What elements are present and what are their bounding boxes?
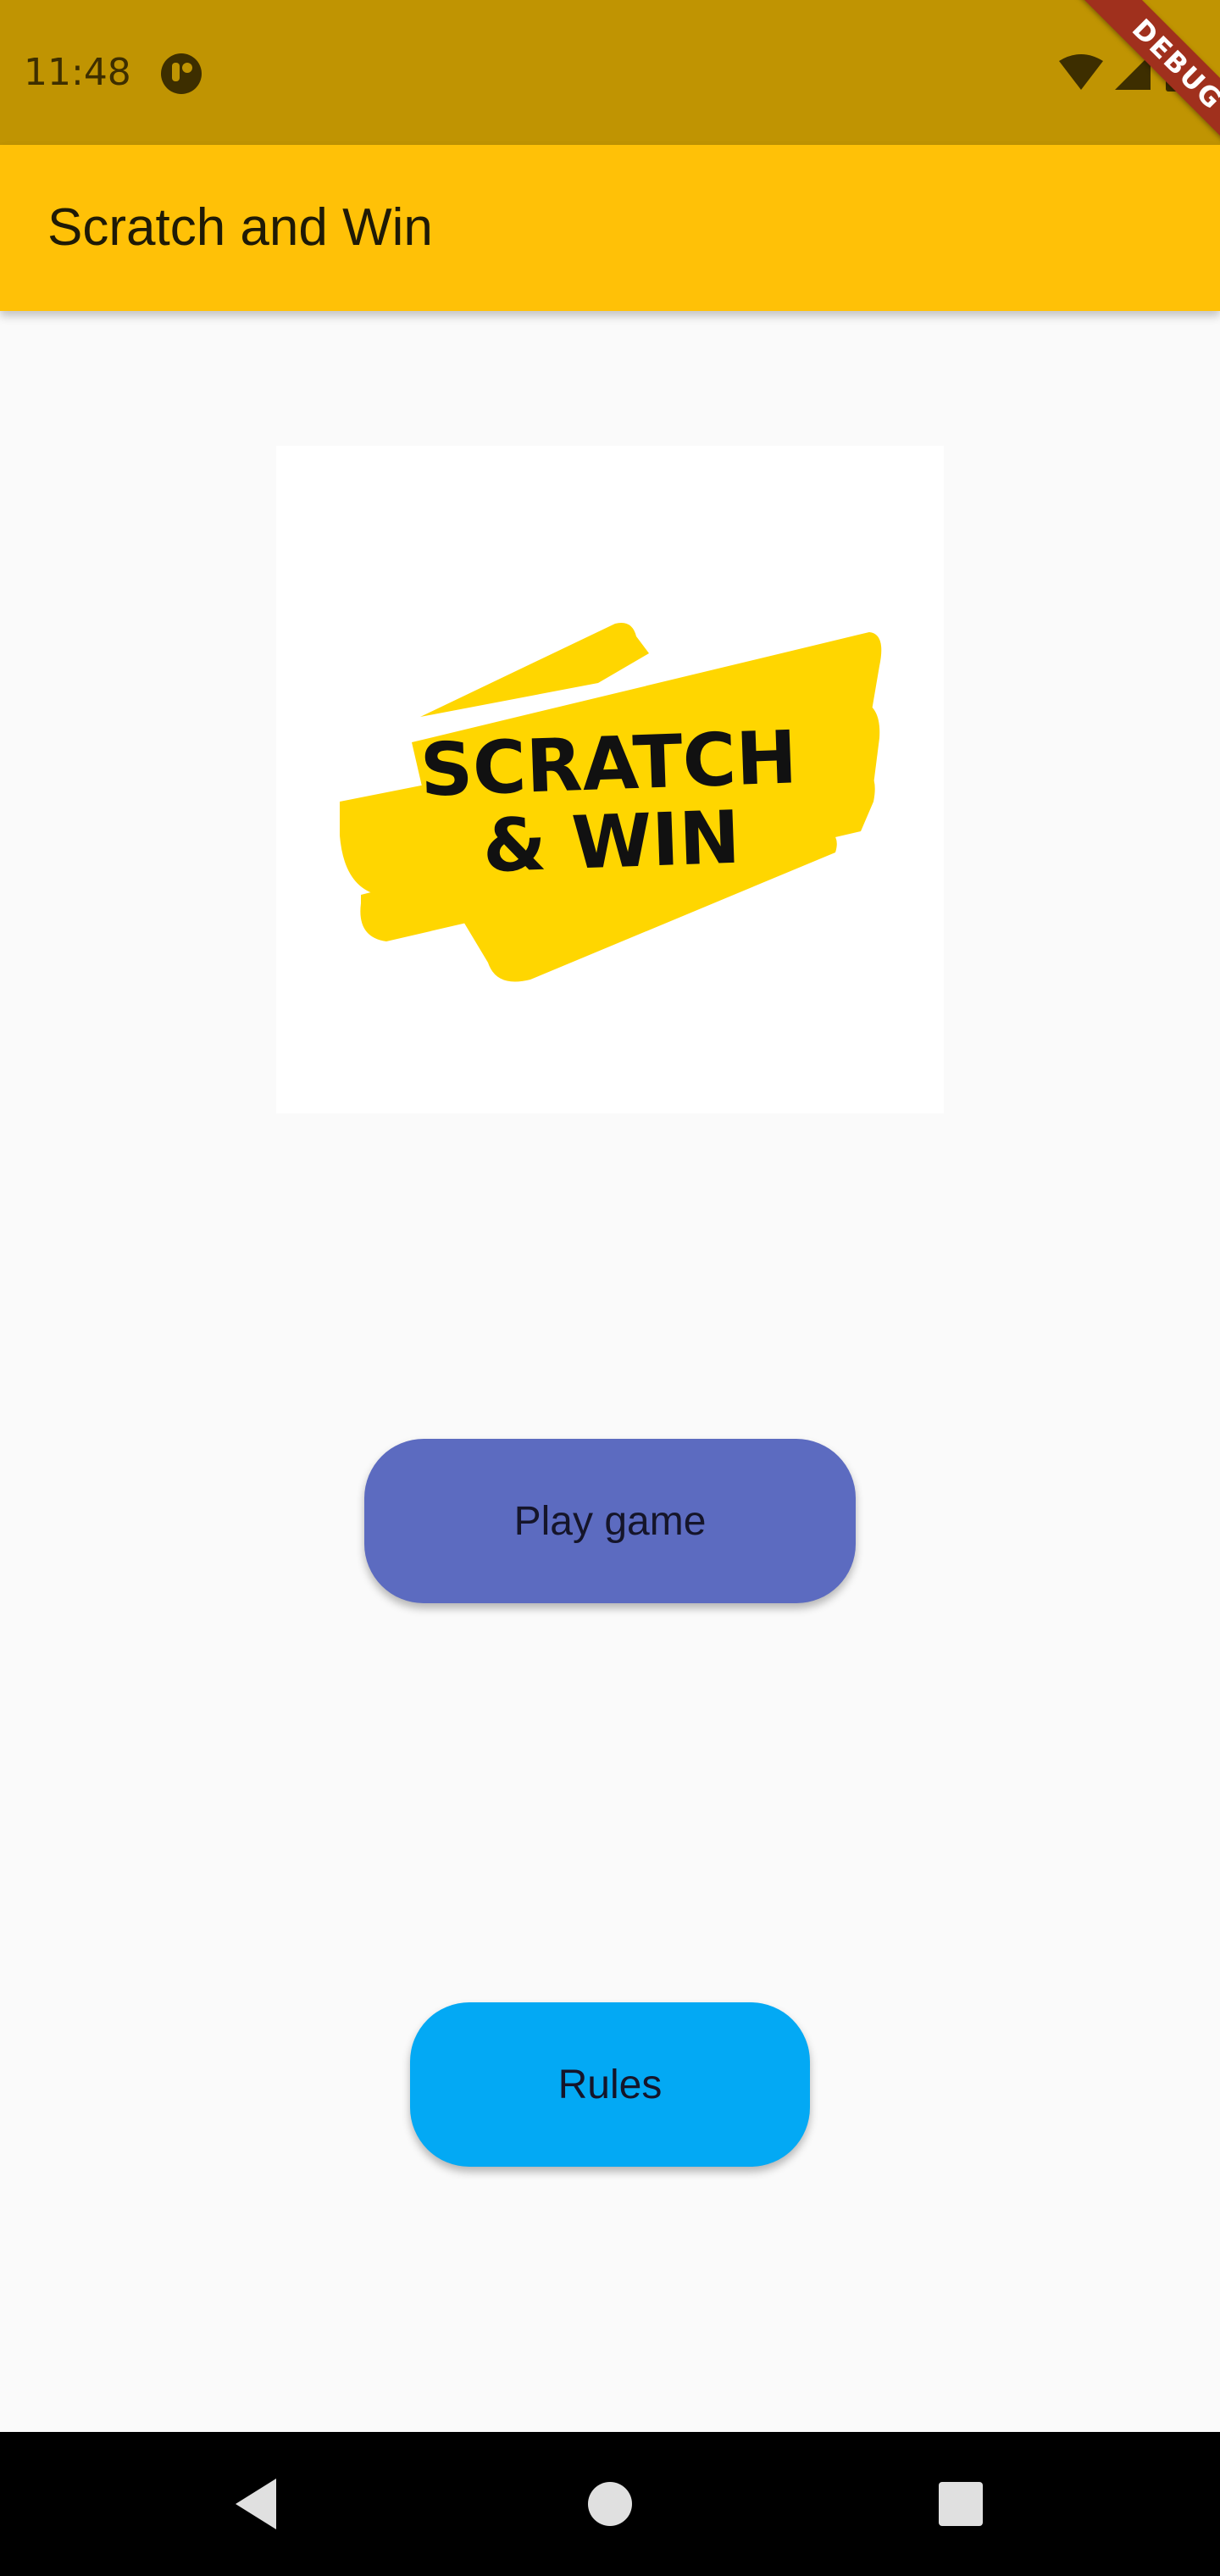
scratch-and-win-logo: SCRATCH & WIN (276, 446, 944, 1113)
status-icons (1059, 53, 1186, 92)
recents-icon[interactable] (918, 2462, 1003, 2546)
play-game-button[interactable]: Play game (364, 1439, 856, 1603)
app-bar: Scratch and Win (0, 145, 1220, 311)
status-bar: 11:48 (0, 0, 1220, 145)
system-nav-bar (0, 2432, 1220, 2576)
back-icon[interactable] (214, 2462, 298, 2546)
battery-icon (1166, 53, 1186, 92)
rules-button[interactable]: Rules (410, 2002, 810, 2167)
notification-app-icon (161, 53, 202, 94)
logo-wordmark: SCRATCH & WIN (274, 713, 946, 892)
cell-signal-icon (1115, 54, 1151, 90)
page-title: Scratch and Win (47, 198, 433, 257)
status-time: 11:48 (24, 51, 131, 94)
wifi-icon (1059, 54, 1103, 90)
home-icon[interactable] (568, 2462, 652, 2546)
